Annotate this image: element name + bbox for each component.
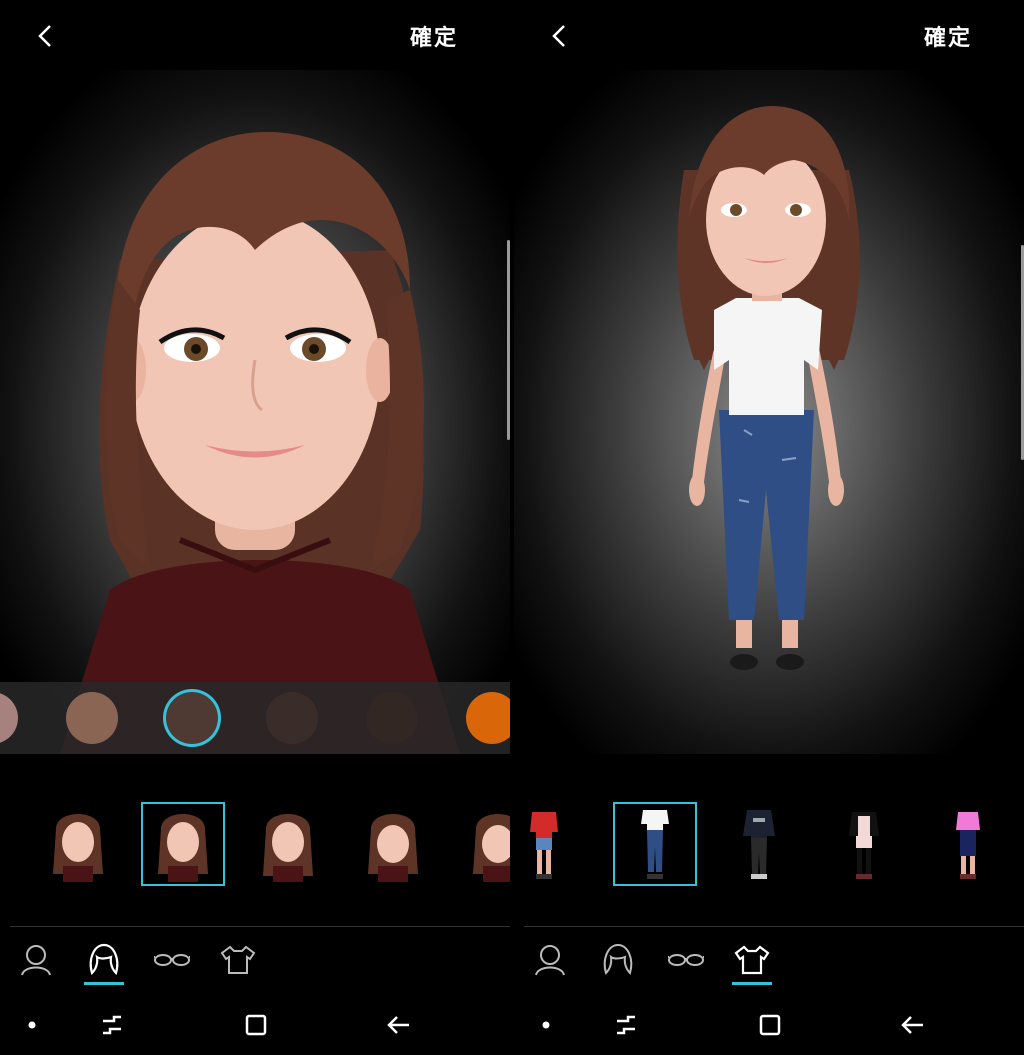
home-icon[interactable] — [238, 1007, 274, 1043]
hair-style-option-selected[interactable] — [141, 802, 225, 886]
recent-apps-icon[interactable] — [94, 1007, 130, 1043]
color-swatch[interactable] — [466, 692, 510, 744]
hair-style-option[interactable] — [351, 802, 435, 886]
home-icon[interactable] — [752, 1007, 788, 1043]
system-nav-bar — [0, 997, 510, 1055]
hair-icon[interactable] — [84, 939, 124, 985]
hair-style-options — [0, 790, 510, 900]
glasses-icon[interactable] — [666, 939, 706, 979]
chevron-left-icon[interactable] — [542, 18, 578, 54]
scrollbar[interactable] — [507, 240, 510, 440]
outfit-editor-screen: 確定 — [514, 0, 1024, 1055]
color-swatch[interactable] — [366, 692, 418, 744]
confirm-button[interactable]: 確定 — [410, 20, 458, 52]
outfit-options — [514, 790, 1024, 900]
active-tab-indicator — [84, 982, 124, 985]
avatar-closeup — [60, 131, 460, 754]
divider — [10, 926, 510, 927]
glasses-icon[interactable] — [152, 939, 192, 979]
outfit-option[interactable] — [514, 802, 586, 886]
back-arrow-icon[interactable] — [896, 1007, 932, 1043]
hair-editor-screen: 確定 — [0, 0, 510, 1055]
hair-color-strip — [0, 682, 510, 754]
confirm-button[interactable]: 確定 — [924, 20, 972, 52]
top-bar: 確定 — [0, 0, 510, 70]
dot-icon[interactable] — [528, 1007, 564, 1043]
hair-style-option[interactable] — [246, 802, 330, 886]
face-icon[interactable] — [530, 939, 570, 979]
dot-icon[interactable] — [14, 1007, 50, 1043]
chevron-left-icon[interactable] — [28, 18, 64, 54]
face-icon[interactable] — [16, 939, 56, 979]
avatar-preview[interactable] — [514, 70, 1024, 754]
outfit-option[interactable] — [717, 802, 801, 886]
color-swatch[interactable] — [0, 692, 18, 744]
color-swatch[interactable] — [266, 692, 318, 744]
color-swatch[interactable] — [66, 692, 118, 744]
clothing-icon[interactable] — [732, 939, 772, 985]
top-bar: 確定 — [514, 0, 1024, 70]
outfit-option-selected[interactable] — [613, 802, 697, 886]
recent-apps-icon[interactable] — [608, 1007, 644, 1043]
outfit-option[interactable] — [926, 802, 1010, 886]
hair-style-option[interactable] — [456, 802, 510, 886]
hair-style-option[interactable] — [36, 802, 120, 886]
system-nav-bar — [514, 997, 1024, 1055]
avatar-full-body — [677, 105, 860, 670]
hair-icon[interactable] — [598, 939, 638, 979]
active-tab-indicator — [732, 982, 772, 985]
avatar-preview[interactable] — [0, 70, 510, 754]
clothing-icon[interactable] — [218, 939, 258, 979]
category-tabs — [514, 935, 1024, 985]
category-tabs — [0, 935, 510, 985]
outfit-option[interactable] — [822, 802, 906, 886]
back-arrow-icon[interactable] — [382, 1007, 418, 1043]
color-swatch-selected[interactable] — [166, 692, 218, 744]
divider — [524, 926, 1024, 927]
